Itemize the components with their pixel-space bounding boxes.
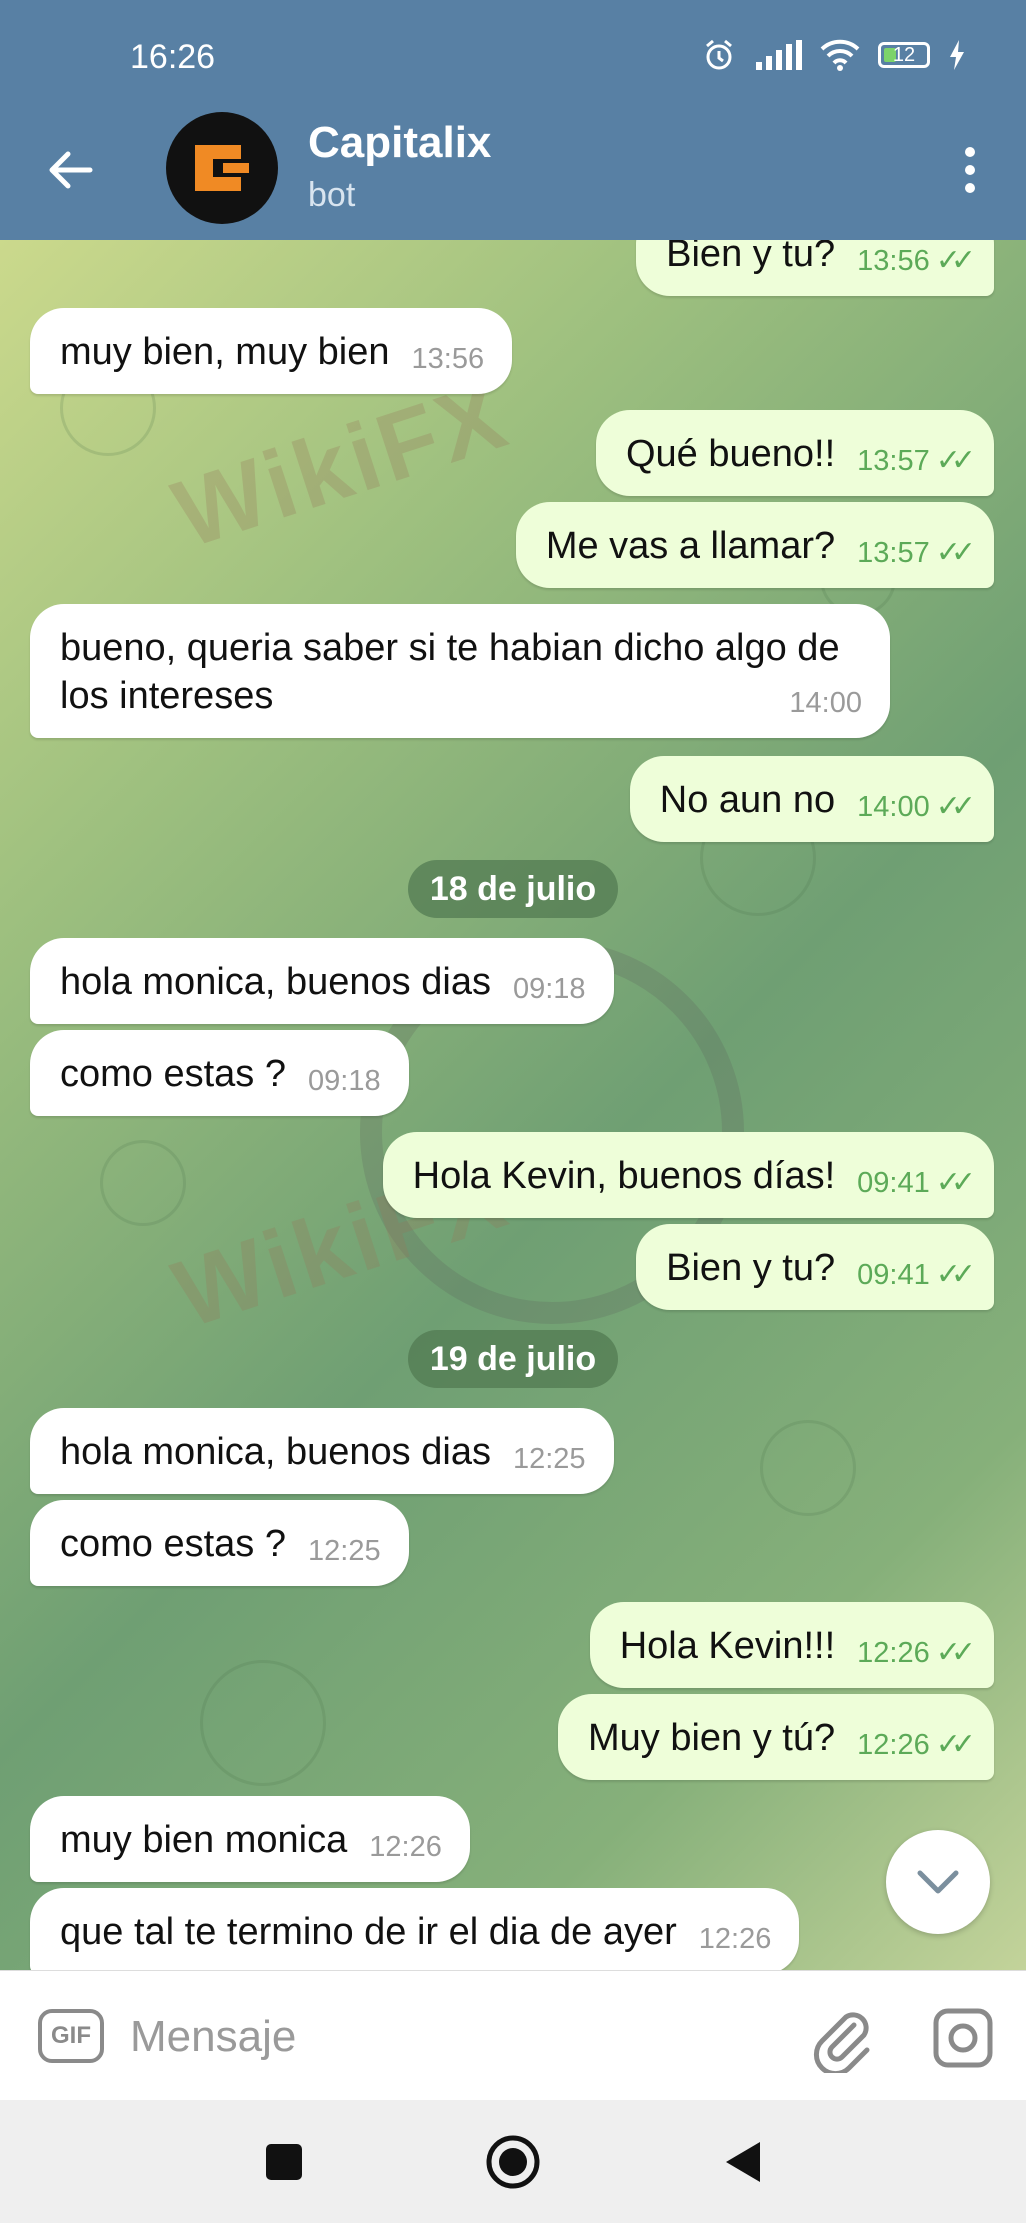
double-check-icon: ✓✓ (935, 444, 976, 477)
double-check-icon: ✓✓ (935, 1636, 976, 1669)
status-icons: 12 (702, 38, 966, 72)
message-text: hola monica, buenos dias (60, 961, 491, 1003)
background-doodle (200, 1660, 326, 1786)
camera-icon (933, 2008, 993, 2068)
message-time: 14:00 (789, 687, 862, 719)
double-check-icon: ✓✓ (935, 1728, 976, 1761)
system-nav-bar (0, 2100, 1026, 2223)
message-text: muy bien, muy bien (60, 331, 390, 373)
attach-button[interactable] (806, 2003, 876, 2077)
message-text: Bien y tu? (666, 240, 836, 275)
message-text: Me vas a llamar? (545, 525, 836, 567)
message-text: que tal te termino de ir el dia de ayer (60, 1911, 677, 1953)
arrow-left-icon (49, 151, 93, 189)
message-time: 13:57 (857, 537, 930, 569)
square-icon (266, 2144, 302, 2180)
more-options-button[interactable] (950, 140, 990, 200)
alarm-icon (706, 39, 732, 70)
message-time: 12:26 (857, 1637, 930, 1669)
message-text: muy bien monica (60, 1819, 348, 1861)
date-separator: 19 de julio (408, 1330, 618, 1388)
charging-icon (950, 40, 964, 70)
message-text: No aun no (659, 779, 836, 821)
message-bubble-incoming[interactable]: bueno, queria saber si te habian dicho a… (30, 604, 890, 738)
message-time: 12:26 (857, 1729, 930, 1761)
avatar[interactable] (166, 112, 278, 224)
double-check-icon: ✓✓ (935, 536, 976, 569)
message-time: 09:18 (512, 973, 586, 1005)
recents-button[interactable] (252, 2130, 316, 2194)
gif-button[interactable]: GIF (38, 2009, 104, 2063)
message-time: 13:56 (411, 343, 485, 375)
double-check-icon: ✓✓ (935, 1166, 976, 1199)
message-text: hola monica, buenos dias (60, 1431, 491, 1473)
status-time: 16:26 (130, 38, 216, 76)
message-time: 14:00 (857, 791, 930, 823)
message-bubble-outgoing[interactable]: Bien y tu? 09:41 ✓✓ (636, 1224, 994, 1310)
battery-icon: 12 (878, 42, 930, 68)
message-text: Hola Kevin, buenos días! (412, 1155, 836, 1197)
home-button[interactable] (481, 2130, 545, 2194)
message-bubble-incoming[interactable]: hola monica, buenos dias 09:18 (30, 938, 614, 1024)
triangle-back-icon (726, 2142, 760, 2182)
message-time: 12:25 (308, 1535, 381, 1567)
background-doodle (760, 1420, 856, 1516)
battery-level: 12 (892, 43, 916, 66)
message-text: como estas ? (60, 1523, 286, 1565)
message-time: 09:41 (857, 1167, 930, 1199)
message-text: Qué bueno!! (625, 433, 836, 475)
message-bubble-outgoing[interactable]: Hola Kevin!!! 12:26 ✓✓ (589, 1602, 994, 1688)
message-time: 09:18 (308, 1065, 381, 1097)
chevron-down-icon (917, 1870, 959, 1894)
message-bubble-incoming[interactable]: como estas ? 12:25 (30, 1500, 409, 1586)
scroll-down-button[interactable] (886, 1830, 990, 1934)
message-bubble-outgoing[interactable]: Hola Kevin, buenos días! 09:41 ✓✓ (382, 1132, 994, 1218)
camera-button[interactable] (928, 2003, 998, 2073)
back-button[interactable] (40, 140, 100, 200)
background-doodle (100, 1140, 186, 1226)
signal-icon (756, 40, 802, 70)
double-check-icon: ✓✓ (935, 244, 976, 277)
paperclip-icon (813, 2012, 870, 2077)
message-time: 13:57 (857, 445, 930, 477)
message-time: 12:26 (698, 1923, 772, 1955)
double-check-icon: ✓✓ (935, 1258, 976, 1291)
message-bubble-incoming[interactable]: que tal te termino de ir el dia de ayer 1… (30, 1888, 800, 1970)
message-input-bar: GIF (0, 1970, 1026, 2101)
message-time: 12:26 (369, 1831, 442, 1863)
message-text: Hola Kevin!!! (619, 1625, 836, 1667)
date-separator: 18 de julio (408, 860, 618, 918)
wifi-icon (820, 39, 860, 71)
message-time: 13:56 (857, 245, 930, 277)
message-text: Bien y tu? (666, 1247, 836, 1289)
message-bubble-outgoing[interactable]: Qué bueno!! 13:57 ✓✓ (595, 410, 994, 496)
message-bubble-incoming[interactable]: hola monica, buenos dias 12:25 (30, 1408, 614, 1494)
double-check-icon: ✓✓ (935, 790, 976, 823)
message-bubble-outgoing[interactable]: Bien y tu? 13:56 ✓✓ (636, 240, 994, 296)
message-bubble-outgoing[interactable]: Me vas a llamar? 13:57 ✓✓ (515, 502, 994, 588)
message-text: Muy bien y tú? (588, 1717, 836, 1759)
app-header: 16:26 12 Capitalix bot (0, 0, 1026, 240)
capitalix-logo-icon (195, 145, 249, 191)
message-bubble-outgoing[interactable]: Muy bien y tú? 12:26 ✓✓ (558, 1694, 994, 1780)
message-bubble-outgoing[interactable]: No aun no 14:00 ✓✓ (629, 756, 994, 842)
chat-area[interactable]: WikiFX WikiFX Bien y tu? 13:56 ✓✓ muy bien… (0, 240, 1026, 1970)
message-bubble-incoming[interactable]: muy bien monica 12:26 (30, 1796, 470, 1882)
message-input[interactable] (128, 2001, 772, 2073)
home-circle-icon (486, 2135, 540, 2189)
message-text: como estas ? (60, 1053, 286, 1095)
message-bubble-incoming[interactable]: muy bien, muy bien 13:56 (30, 308, 513, 394)
nav-back-button[interactable] (710, 2130, 774, 2194)
message-time: 09:41 (857, 1259, 930, 1291)
message-bubble-incoming[interactable]: como estas ? 09:18 (30, 1030, 409, 1116)
message-time: 12:25 (512, 1443, 586, 1475)
chat-subtitle: bot (308, 176, 356, 214)
chat-title[interactable]: Capitalix (308, 118, 491, 168)
message-text: bueno, queria saber si te habian dicho a… (60, 627, 840, 717)
